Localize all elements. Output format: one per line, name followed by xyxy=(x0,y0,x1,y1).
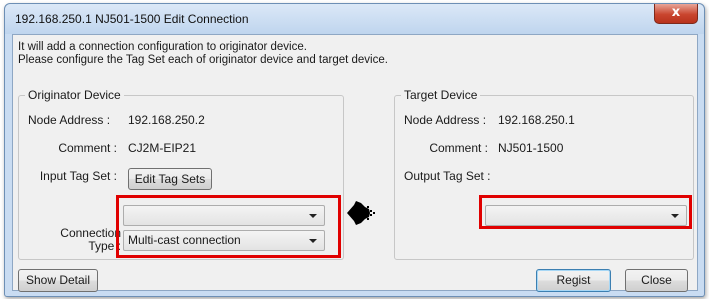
close-button[interactable]: Close xyxy=(625,269,688,292)
originator-node-address-value: 192.168.250.2 xyxy=(128,113,205,127)
description-line-1: It will add a connection configuration t… xyxy=(18,41,307,53)
connection-type-label: Connection Type : xyxy=(28,227,121,253)
output-tag-set-label: Output Tag Set : xyxy=(404,169,491,183)
target-group-title: Target Device xyxy=(401,88,481,102)
originator-comment-label: Comment : xyxy=(58,141,117,155)
target-comment-value: NJ501-1500 xyxy=(498,141,564,155)
originator-comment-value: CJ2M-EIP21 xyxy=(128,141,197,155)
target-node-address-label: Node Address : xyxy=(404,113,487,127)
input-tag-set-label: Input Tag Set : xyxy=(39,169,117,183)
target-node-address-value: 192.168.250.1 xyxy=(498,113,575,127)
originator-node-address-label: Node Address : xyxy=(28,113,111,127)
target-comment-label: Comment : xyxy=(429,141,488,155)
edit-connection-dialog: 192.168.250.1 NJ501-1500 Edit Connection… xyxy=(4,3,705,297)
direction-arrow-icon xyxy=(347,201,375,225)
show-detail-button[interactable]: Show Detail xyxy=(18,269,98,292)
window-close-button[interactable]: x xyxy=(654,4,698,24)
originator-highlight-box xyxy=(116,195,341,258)
regist-button[interactable]: Regist xyxy=(536,269,611,292)
target-device-group: Target Device Node Address : 192.168.250… xyxy=(394,88,694,260)
title-bar[interactable]: 192.168.250.1 NJ501-1500 Edit Connection… xyxy=(5,4,704,34)
window-title: 192.168.250.1 NJ501-1500 Edit Connection xyxy=(15,12,249,26)
connection-type-label-line1: Connection xyxy=(60,226,121,240)
dialog-body: It will add a connection configuration t… xyxy=(12,34,698,292)
originator-group-title: Originator Device xyxy=(25,88,124,102)
target-highlight-box xyxy=(479,195,692,229)
description: It will add a connection configuration t… xyxy=(18,41,388,67)
description-line-2: Please configure the Tag Set each of ori… xyxy=(18,54,388,66)
edit-tag-sets-button[interactable]: Edit Tag Sets xyxy=(128,168,212,190)
